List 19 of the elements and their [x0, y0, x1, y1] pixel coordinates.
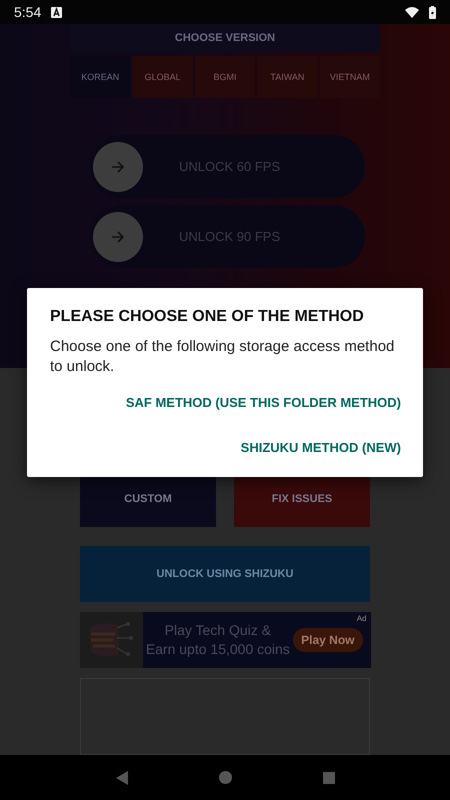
battery-icon: [429, 6, 436, 18]
version-tab[interactable]: KOREAN: [70, 56, 130, 98]
section-title: CHOOSE VERSION: [174, 32, 276, 44]
version-tab[interactable]: GLOBAL: [132, 56, 193, 98]
back-icon[interactable]: [116, 770, 128, 784]
dialog-title: PLEASE CHOOSE ONE OF THE METHOD: [50, 308, 365, 326]
notification-icon: [51, 6, 62, 18]
dialog-message: Choose one of the following storage access method to unlock.: [50, 337, 396, 377]
dialog-action[interactable]: SAF METHOD (USE THIS FOLDER METHOD): [126, 391, 401, 414]
play-now-button[interactable]: Play Now: [293, 628, 362, 652]
clock: 5:54: [14, 4, 42, 20]
wifi-icon: [405, 6, 419, 18]
ad-label: Ad: [356, 614, 366, 623]
home-icon[interactable]: [218, 771, 232, 784]
ad-text: Play Tech Quiz & Earn upto 15,000 coins: [144, 621, 291, 659]
recents-icon[interactable]: [322, 772, 334, 784]
version-tab[interactable]: TAIWAN: [257, 56, 318, 98]
version-tab[interactable]: BGMI: [194, 56, 256, 98]
shizuku-button[interactable]: UNLOCK USING SHIZUKU: [80, 546, 370, 602]
